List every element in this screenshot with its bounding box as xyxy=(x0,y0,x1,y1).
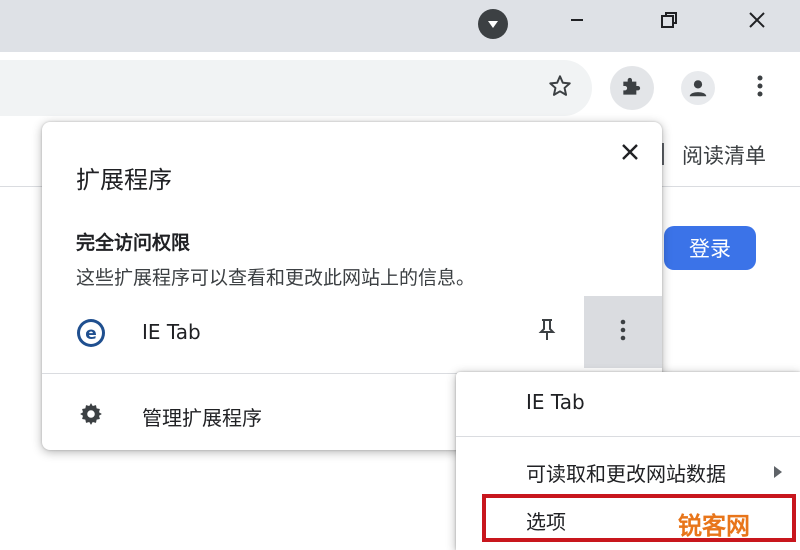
svg-text:e: e xyxy=(85,324,97,344)
bookmark-star-button[interactable] xyxy=(538,66,582,110)
profile-button[interactable] xyxy=(676,66,720,110)
ie-tab-icon: e xyxy=(76,318,106,348)
submenu-arrow-icon xyxy=(774,466,782,478)
star-icon xyxy=(547,73,573,103)
watermark-logo: 锐客网 xyxy=(678,512,750,540)
menu-item-extension-name[interactable]: IE Tab xyxy=(526,390,585,414)
minimize-icon xyxy=(568,11,586,33)
kebab-icon xyxy=(618,317,628,347)
full-access-heading: 完全访问权限 xyxy=(76,232,191,254)
extension-name: IE Tab xyxy=(142,320,201,344)
extensions-button[interactable] xyxy=(610,66,654,110)
pin-icon xyxy=(537,318,557,346)
address-bar[interactable] xyxy=(0,60,592,116)
bookmark-separator xyxy=(662,143,664,165)
login-button[interactable]: 登录 xyxy=(664,226,756,270)
minimize-button[interactable] xyxy=(552,0,602,44)
pin-button[interactable] xyxy=(532,316,562,348)
reading-list-button[interactable]: 阅读清单 xyxy=(682,140,766,170)
extension-more-button[interactable] xyxy=(584,296,662,368)
puzzle-icon xyxy=(619,73,645,103)
person-icon xyxy=(681,71,715,105)
menu-item-site-access[interactable]: 可读取和更改网站数据 xyxy=(526,458,726,487)
restore-button[interactable] xyxy=(644,0,694,44)
popup-close-button[interactable] xyxy=(612,136,648,172)
close-icon xyxy=(747,10,767,34)
extension-row-ie-tab[interactable]: e IE Tab xyxy=(42,296,662,368)
browser-menu-button[interactable] xyxy=(738,66,782,110)
full-access-description: 这些扩展程序可以查看和更改此网站上的信息。 xyxy=(76,267,476,289)
kebab-icon xyxy=(755,73,765,103)
profile-indicator-icon[interactable] xyxy=(478,9,508,39)
window-close-button[interactable] xyxy=(732,0,782,44)
close-icon xyxy=(620,142,640,166)
toolbar xyxy=(0,52,800,124)
restore-icon xyxy=(659,10,679,34)
gear-icon xyxy=(78,401,104,427)
popup-title: 扩展程序 xyxy=(76,166,172,194)
title-bar xyxy=(0,0,800,52)
menu-divider xyxy=(456,436,800,437)
menu-item-options-label: 选项 xyxy=(526,510,566,534)
manage-extensions-label: 管理扩展程序 xyxy=(142,406,262,430)
